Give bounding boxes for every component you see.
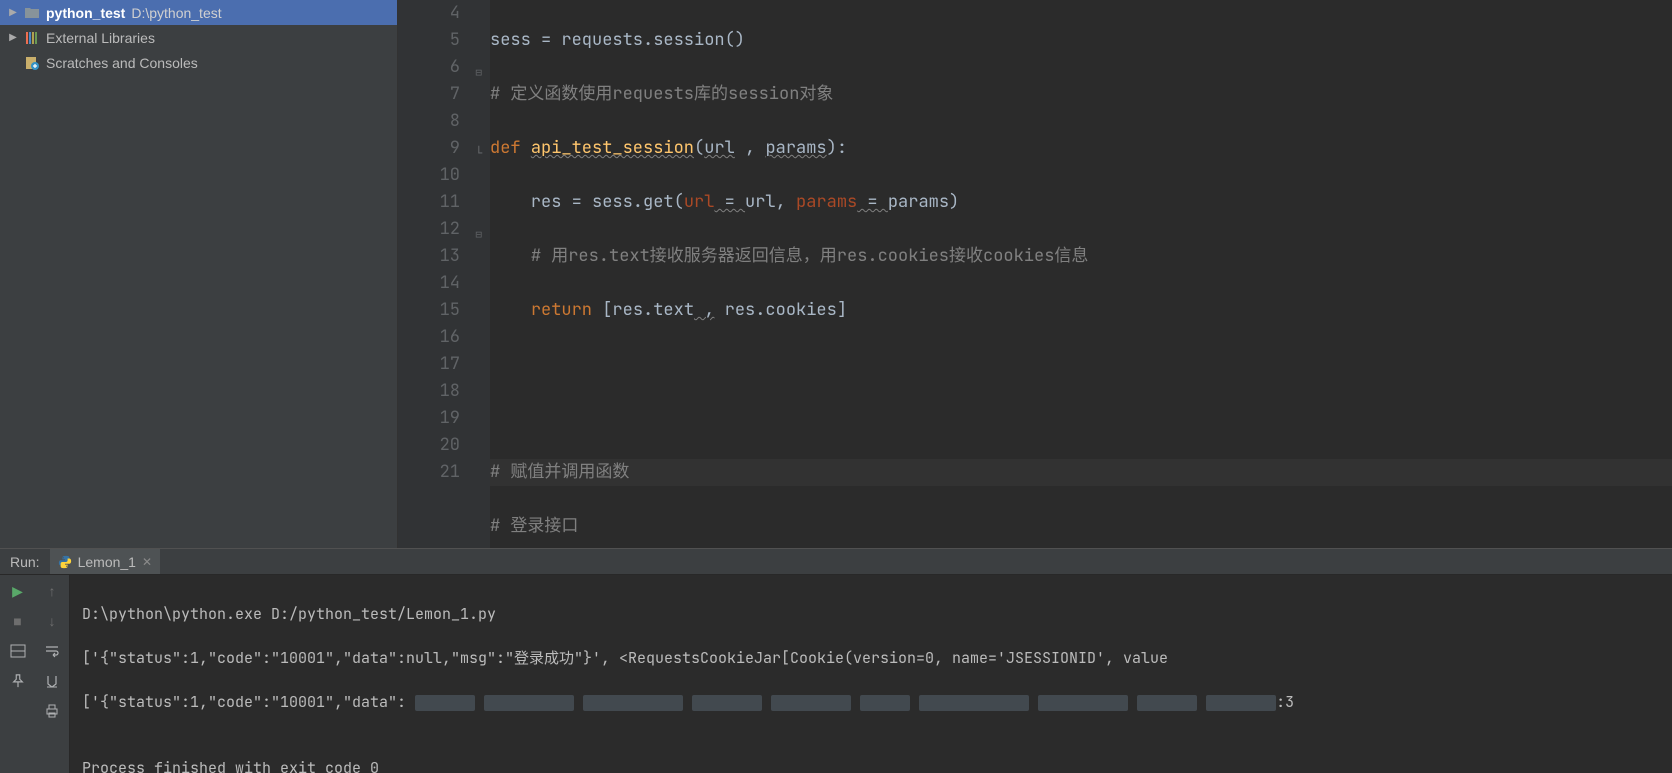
- external-libraries-item[interactable]: ▶ External Libraries: [0, 25, 397, 50]
- line-number[interactable]: 14: [398, 270, 460, 297]
- line-number[interactable]: 15: [398, 297, 460, 324]
- project-name: python_test: [46, 5, 125, 21]
- line-number[interactable]: 9└: [398, 135, 460, 162]
- line-number[interactable]: 10: [398, 162, 460, 189]
- line-number[interactable]: 11: [398, 189, 460, 216]
- console-line: D:\python\python.exe D:/python_test/Lemo…: [82, 603, 1660, 625]
- down-button[interactable]: ↓: [42, 611, 62, 631]
- code-editor[interactable]: 4 5 6⊟ 7 8 9└ 10 11 12⊟ 13 14 15 16 17 1…: [398, 0, 1672, 548]
- scratches-label: Scratches and Consoles: [46, 55, 198, 71]
- project-path: D:\python_test: [131, 5, 221, 21]
- line-number[interactable]: 19: [398, 405, 460, 432]
- console-line: Process finished with exit code 0: [82, 757, 1660, 773]
- line-number[interactable]: 4: [398, 0, 460, 27]
- run-tab-label: Lemon_1: [78, 554, 136, 570]
- editor-gutter[interactable]: 4 5 6⊟ 7 8 9└ 10 11 12⊟ 13 14 15 16 17 1…: [398, 0, 490, 548]
- line-number[interactable]: 17: [398, 351, 460, 378]
- fold-marker-icon[interactable]: ⊟: [470, 60, 482, 72]
- scratches-item[interactable]: Scratches and Consoles: [0, 50, 397, 75]
- code-area[interactable]: sess = requests.session() # 定义函数使用reques…: [490, 0, 1672, 548]
- fold-marker-icon[interactable]: ⊟: [470, 222, 482, 234]
- up-button[interactable]: ↑: [42, 581, 62, 601]
- line-number[interactable]: 21: [398, 459, 460, 486]
- line-number[interactable]: 5: [398, 27, 460, 54]
- rerun-button[interactable]: ▶: [8, 581, 28, 601]
- run-panel-body: ▶ ■ ↑ ↓ D:\python\python.exe D:/python_t…: [0, 575, 1672, 773]
- line-number[interactable]: 16: [398, 324, 460, 351]
- line-number[interactable]: 18: [398, 378, 460, 405]
- console-line: ['{"status":1,"code":"10001","data": :3: [82, 691, 1660, 713]
- run-panel-header[interactable]: Run: Lemon_1 ✕: [0, 548, 1672, 575]
- soft-wrap-button[interactable]: [42, 641, 62, 661]
- run-label: Run:: [10, 554, 40, 570]
- run-tab[interactable]: Lemon_1 ✕: [50, 549, 160, 574]
- console-line: ['{"status":1,"code":"10001","data":null…: [82, 647, 1660, 669]
- stop-button[interactable]: ■: [8, 611, 28, 631]
- line-number[interactable]: 12⊟: [398, 216, 460, 243]
- folder-icon: [24, 5, 40, 21]
- line-number[interactable]: 8: [398, 108, 460, 135]
- line-number[interactable]: 7: [398, 81, 460, 108]
- line-number[interactable]: 6⊟: [398, 54, 460, 81]
- project-sidebar[interactable]: ▶ python_test D:\python_test ▶ External …: [0, 0, 398, 548]
- pin-button[interactable]: [8, 671, 28, 691]
- scratches-icon: [24, 55, 40, 71]
- close-icon[interactable]: ✕: [142, 555, 152, 569]
- python-file-icon: [58, 555, 72, 569]
- layout-button[interactable]: [8, 641, 28, 661]
- run-toolbar-right: ↑ ↓: [35, 575, 70, 773]
- line-number[interactable]: 13: [398, 243, 460, 270]
- external-libraries-label: External Libraries: [46, 30, 155, 46]
- line-number[interactable]: 20: [398, 432, 460, 459]
- print-button[interactable]: [42, 701, 62, 721]
- console-output[interactable]: D:\python\python.exe D:/python_test/Lemo…: [70, 575, 1672, 773]
- project-root-item[interactable]: ▶ python_test D:\python_test: [0, 0, 397, 25]
- scroll-to-end-button[interactable]: [42, 671, 62, 691]
- library-icon: [24, 30, 40, 46]
- fold-end-icon[interactable]: └: [470, 141, 482, 153]
- chevron-right-icon[interactable]: ▶: [8, 32, 18, 43]
- chevron-right-icon[interactable]: ▶: [8, 7, 18, 18]
- run-toolbar-left: ▶ ■: [0, 575, 35, 773]
